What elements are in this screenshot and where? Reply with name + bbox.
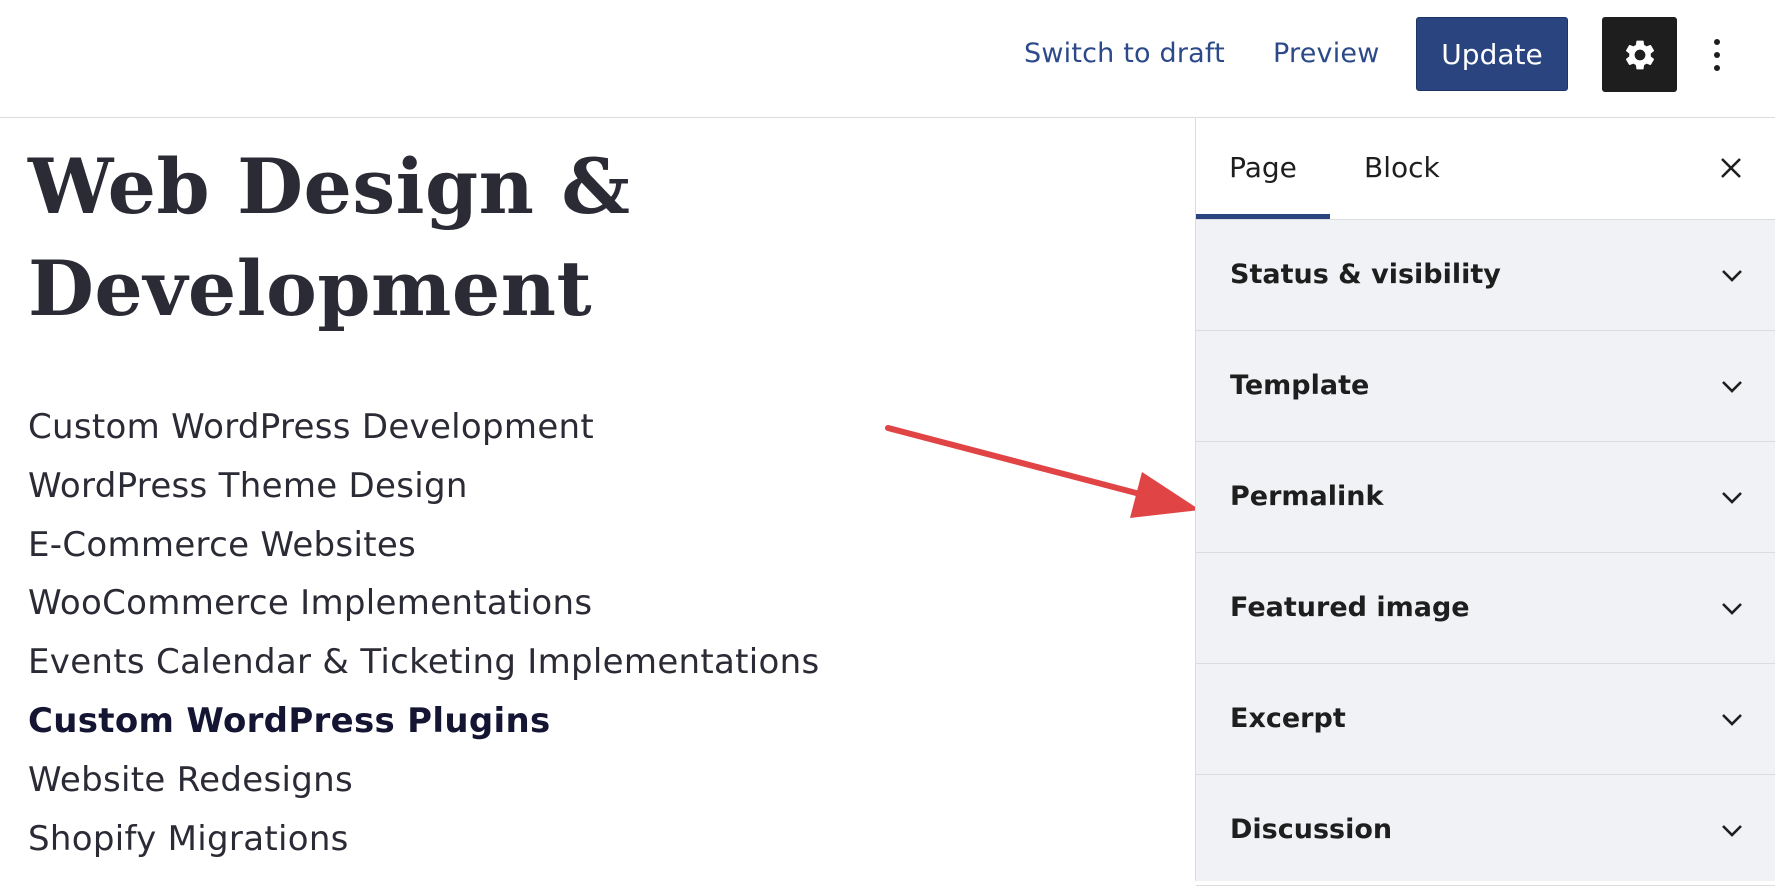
- chevron-down-icon: [1722, 603, 1742, 615]
- chevron-down-icon: [1722, 270, 1742, 282]
- editor-toolbar: Switch to draft Preview Update: [0, 0, 1775, 118]
- sidebar-tabs: Page Block: [1196, 118, 1775, 220]
- panel-label: Discussion: [1230, 814, 1393, 845]
- list-item[interactable]: Custom WordPress Development: [28, 398, 820, 457]
- page-title[interactable]: Web Design & Development: [28, 136, 1128, 340]
- service-list: Custom WordPress Development WordPress T…: [28, 398, 820, 868]
- panel-label: Featured image: [1230, 592, 1470, 623]
- list-item[interactable]: Website Redesigns: [28, 751, 820, 810]
- panel-label: Excerpt: [1230, 703, 1346, 734]
- annotation-arrow-icon: [885, 425, 1200, 518]
- panel-status-visibility[interactable]: Status & visibility: [1196, 220, 1775, 331]
- gear-icon: [1625, 40, 1654, 69]
- vertical-ellipsis-icon: [1714, 39, 1720, 71]
- tab-block[interactable]: Block: [1364, 118, 1440, 219]
- preview-button[interactable]: Preview: [1273, 34, 1380, 74]
- chevron-down-icon: [1722, 825, 1742, 837]
- chevron-down-icon: [1722, 492, 1742, 504]
- close-sidebar-button[interactable]: [1713, 150, 1749, 186]
- list-item[interactable]: Shopify Migrations: [28, 810, 820, 869]
- panel-featured-image[interactable]: Featured image: [1196, 553, 1775, 664]
- panel-template[interactable]: Template: [1196, 331, 1775, 442]
- settings-button[interactable]: [1602, 17, 1677, 92]
- list-item[interactable]: Custom WordPress Plugins: [28, 692, 820, 751]
- close-icon: [1721, 158, 1741, 178]
- panel-permalink[interactable]: Permalink: [1196, 442, 1775, 553]
- settings-sidebar: Page Block Status & visibility Template …: [1195, 118, 1775, 886]
- chevron-down-icon: [1722, 714, 1742, 726]
- chevron-down-icon: [1722, 381, 1742, 393]
- more-options-button[interactable]: [1700, 30, 1734, 80]
- list-item[interactable]: Events Calendar & Ticketing Implementati…: [28, 633, 820, 692]
- list-item[interactable]: WordPress Theme Design: [28, 457, 820, 516]
- panel-label: Status & visibility: [1230, 259, 1501, 290]
- tab-page[interactable]: Page: [1196, 118, 1330, 219]
- list-item[interactable]: E-Commerce Websites: [28, 516, 820, 575]
- panel-discussion[interactable]: Discussion: [1196, 775, 1775, 886]
- panel-label: Permalink: [1230, 481, 1384, 512]
- panel-label: Template: [1230, 370, 1370, 401]
- list-item[interactable]: WooCommerce Implementations: [28, 574, 820, 633]
- switch-to-draft-button[interactable]: Switch to draft: [1024, 34, 1225, 74]
- panel-excerpt[interactable]: Excerpt: [1196, 664, 1775, 775]
- update-button[interactable]: Update: [1416, 17, 1568, 91]
